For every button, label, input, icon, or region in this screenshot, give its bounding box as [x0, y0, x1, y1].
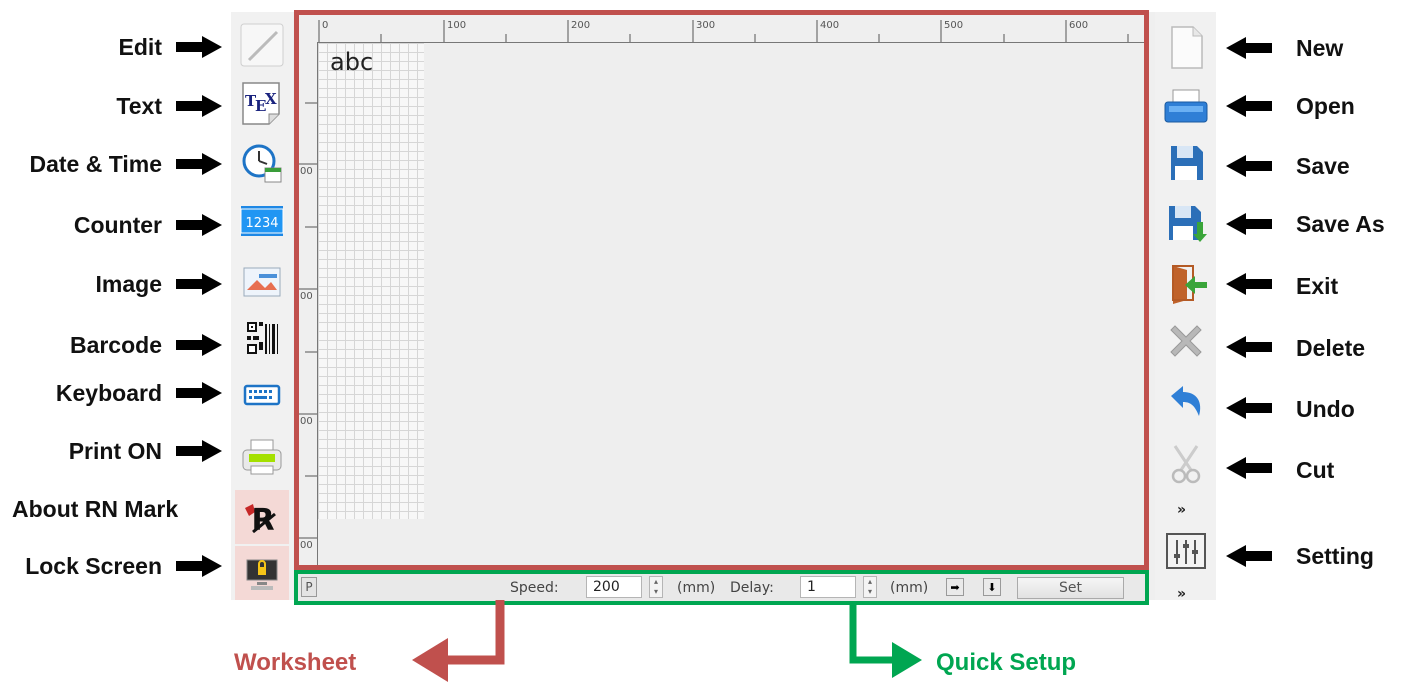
worksheet-caption: Worksheet	[234, 649, 357, 676]
callout-connectors	[412, 600, 922, 682]
quick-setup-caption: Quick Setup	[936, 649, 1077, 676]
